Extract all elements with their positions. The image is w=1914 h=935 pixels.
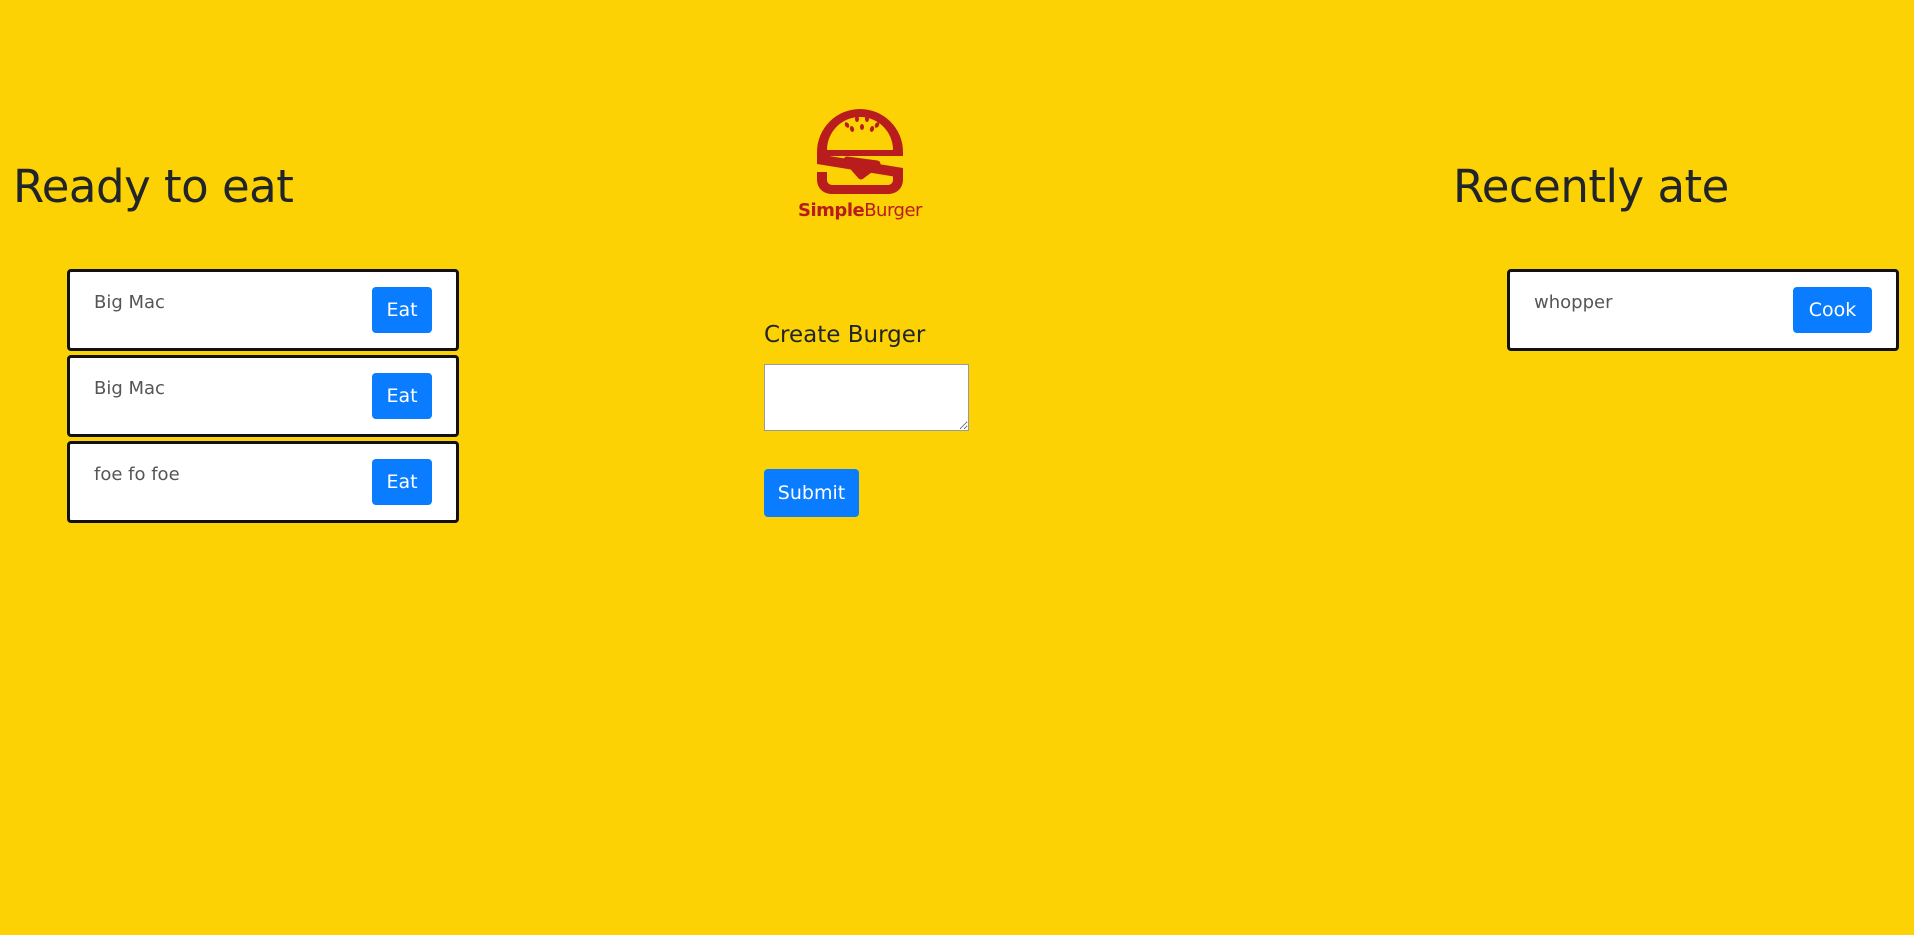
logo-wordmark: SimpleBurger xyxy=(795,200,925,221)
burger-name-textarea[interactable] xyxy=(764,364,969,431)
logo-text-regular: Burger xyxy=(864,200,922,221)
submit-button[interactable]: Submit xyxy=(764,469,859,517)
burger-card: whopper Cook xyxy=(1507,269,1899,351)
create-burger-label: Create Burger xyxy=(764,322,926,348)
burger-name: Big Mac xyxy=(94,292,165,313)
burger-card: foe fo foe Eat xyxy=(67,441,459,523)
burger-card: Big Mac Eat xyxy=(67,269,459,351)
cook-button[interactable]: Cook xyxy=(1793,287,1872,333)
simpleburger-logo: SimpleBurger xyxy=(795,94,925,226)
logo-text-bold: Simple xyxy=(798,200,865,221)
burger-name: whopper xyxy=(1534,292,1613,313)
eat-button[interactable]: Eat xyxy=(372,459,432,505)
eat-button[interactable]: Eat xyxy=(372,287,432,333)
burger-card: Big Mac Eat xyxy=(67,355,459,437)
recently-ate-heading: Recently ate xyxy=(1453,160,1729,213)
burger-name: foe fo foe xyxy=(94,464,180,485)
eat-button[interactable]: Eat xyxy=(372,373,432,419)
burger-name: Big Mac xyxy=(94,378,165,399)
create-burger-form: Create Burger Submit xyxy=(764,322,969,517)
burger-logo-icon xyxy=(817,109,903,194)
ready-to-eat-heading: Ready to eat xyxy=(13,160,294,213)
